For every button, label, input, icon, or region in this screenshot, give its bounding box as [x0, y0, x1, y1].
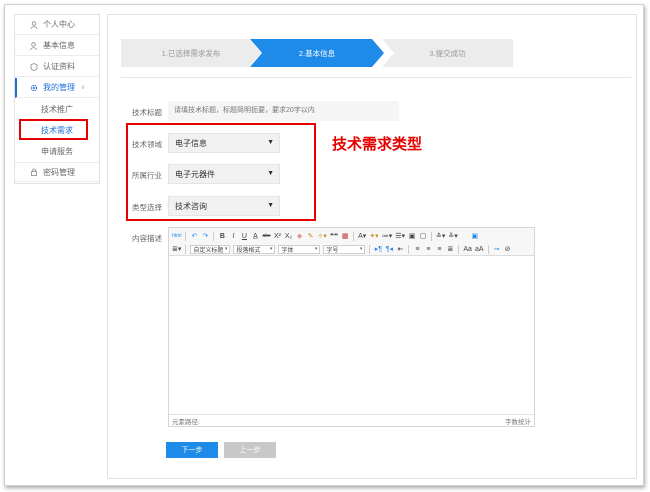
paragraph-format-select[interactable]: 段落格式 ▾	[233, 244, 276, 254]
row-spacing-top-icon[interactable]: ≛▾	[436, 231, 445, 241]
align-right-icon[interactable]: ≡	[435, 244, 443, 254]
separator	[213, 231, 215, 241]
chevron-down-icon: ▾	[269, 246, 273, 252]
separator	[369, 244, 371, 254]
superscript-icon[interactable]: X²	[274, 231, 282, 241]
clear-doc-icon[interactable]: ▢	[419, 231, 427, 241]
font-color-icon[interactable]: A▾	[358, 231, 366, 241]
unordered-list-icon[interactable]: ☰▾	[395, 231, 405, 241]
annotation-text: 技术需求类型	[332, 135, 423, 153]
source-code-icon[interactable]: html	[172, 231, 181, 241]
strikethrough-icon[interactable]: abc	[262, 231, 270, 241]
shield-icon	[29, 62, 39, 71]
bold-icon[interactable]: B	[218, 231, 226, 241]
ltr-icon[interactable]: ▸¶	[374, 244, 382, 254]
word-count: 字数统计	[505, 418, 531, 426]
highlight-box-sidebar	[19, 119, 88, 140]
step-basic-info: 2.基本信息	[250, 39, 384, 67]
separator	[185, 231, 187, 241]
sidebar-item-certification[interactable]: 认证资料	[15, 57, 99, 77]
separator	[408, 244, 410, 254]
align-center-icon[interactable]: ≡	[424, 244, 432, 254]
prev-button[interactable]: 上一步	[224, 442, 276, 458]
separator	[353, 231, 355, 241]
highlight-box-form	[126, 123, 316, 221]
sidebar-item-label: 技术推广	[41, 104, 73, 114]
next-button[interactable]: 下一步	[166, 442, 218, 458]
align-justify-icon[interactable]: ≣	[446, 244, 454, 254]
separator	[458, 244, 460, 254]
chevron-down-icon: ▾	[359, 246, 363, 252]
user-info-icon	[29, 41, 39, 50]
content-label: 内容描述	[132, 234, 162, 243]
sidebar-item-label: 密码管理	[43, 167, 75, 177]
rtl-icon[interactable]: ¶◂	[385, 244, 393, 254]
indent-icon[interactable]: ⇤	[396, 244, 404, 254]
editor-footer: 元素路径: 字数统计	[169, 414, 534, 426]
divider	[121, 77, 631, 78]
separator	[185, 244, 187, 254]
line-height-icon[interactable]: ≣▾	[172, 244, 181, 254]
subscript-icon[interactable]: X₂	[285, 231, 293, 241]
ordered-list-icon[interactable]: ≔▾	[382, 231, 393, 241]
sidebar-item-password[interactable]: 密码管理	[15, 162, 99, 182]
sidebar-item-label: 认证资料	[43, 62, 75, 71]
editor-toolbar: html ↶ ↷ B I U A̲ abc X² X₂ ◈ ✎ ✧▾ ❝❝ ▦ …	[169, 228, 534, 256]
separator	[431, 231, 433, 241]
link-icon[interactable]: ⊸	[493, 244, 501, 254]
custom-title-select[interactable]: 自定义标题 ▾	[190, 244, 231, 254]
toolbar-row-2: ≣▾ 自定义标题 ▾ 段落格式 ▾ 字体 ▾ 字号 ▾ ▸¶ ¶◂ ⇤ ≡ ≡ ≡ ≣ …	[172, 243, 512, 255]
case-upper-icon[interactable]: Aa	[463, 244, 472, 254]
background-color-icon[interactable]: ✦▾	[369, 231, 378, 241]
sidebar-item-personal-center[interactable]: 个人中心	[15, 15, 99, 35]
paste-text-icon[interactable]: ▦	[341, 231, 349, 241]
font-size-select[interactable]: 字号 ▾	[323, 244, 366, 254]
progress-steps: 1.已选择需求发布 2.基本信息 3.提交成功	[121, 39, 513, 67]
user-icon	[29, 20, 39, 29]
separator	[487, 244, 489, 254]
font-border-icon[interactable]: A̲	[251, 231, 259, 241]
auto-format-icon[interactable]: ✧▾	[318, 231, 327, 241]
fullscreen-icon[interactable]: ▣	[471, 231, 479, 241]
rich-text-editor: html ↶ ↷ B I U A̲ abc X² X₂ ◈ ✎ ✧▾ ❝❝ ▦ …	[168, 227, 535, 427]
eraser-icon[interactable]: ◈	[296, 231, 304, 241]
sidebar-item-label: 我的管理	[43, 83, 75, 92]
row-spacing-bottom-icon[interactable]: ≚▾	[448, 231, 457, 241]
align-left-icon[interactable]: ≡	[413, 244, 421, 254]
blockquote-icon[interactable]: ❝❝	[330, 231, 338, 241]
undo-icon[interactable]: ↶	[190, 231, 198, 241]
sidebar: 个人中心 基本信息 认证资料 我的管理 ∨ 技术推广 技术需求 申请服务 密码管…	[14, 14, 100, 184]
step-selected-publish: 1.已选择需求发布	[121, 39, 261, 67]
select-all-icon[interactable]: ▣	[408, 231, 416, 241]
underline-icon[interactable]: U	[240, 231, 248, 241]
editor-content-area[interactable]	[169, 256, 534, 414]
sidebar-item-label: 申请服务	[41, 146, 73, 156]
element-path: 元素路径:	[172, 418, 200, 426]
main-panel: 1.已选择需求发布 2.基本信息 3.提交成功 技术标题 请填技术标题，标题简明…	[107, 14, 637, 479]
lock-icon	[29, 168, 39, 176]
chevron-down-icon: ▾	[224, 246, 228, 252]
sidebar-subitem-apply-service[interactable]: 申请服务	[15, 141, 99, 161]
chevron-down-icon: ▾	[314, 246, 318, 252]
chevron-down-icon: ∨	[81, 85, 86, 91]
sidebar-subitem-tech-promotion[interactable]: 技术推广	[15, 99, 99, 119]
title-input[interactable]: 请填技术标题，标题简明扼要，要求20字以内	[168, 101, 399, 121]
sidebar-item-label: 个人中心	[43, 20, 75, 29]
title-label: 技术标题	[132, 108, 162, 117]
redo-icon[interactable]: ↷	[201, 231, 209, 241]
format-painter-icon[interactable]: ✎	[307, 231, 315, 241]
font-family-select[interactable]: 字体 ▾	[278, 244, 321, 254]
step-submit-success: 3.提交成功	[382, 39, 513, 67]
italic-icon[interactable]: I	[229, 231, 237, 241]
sidebar-item-basic-info[interactable]: 基本信息	[15, 36, 99, 56]
toolbar-row-1: html ↶ ↷ B I U A̲ abc X² X₂ ◈ ✎ ✧▾ ❝❝ ▦ …	[172, 230, 479, 242]
gear-icon	[29, 84, 39, 92]
sidebar-item-label: 基本信息	[43, 41, 75, 50]
case-lower-icon[interactable]: aA	[475, 244, 484, 254]
unlink-icon[interactable]: ⊘	[504, 244, 512, 254]
sidebar-item-my-management[interactable]: 我的管理 ∨	[15, 78, 99, 98]
